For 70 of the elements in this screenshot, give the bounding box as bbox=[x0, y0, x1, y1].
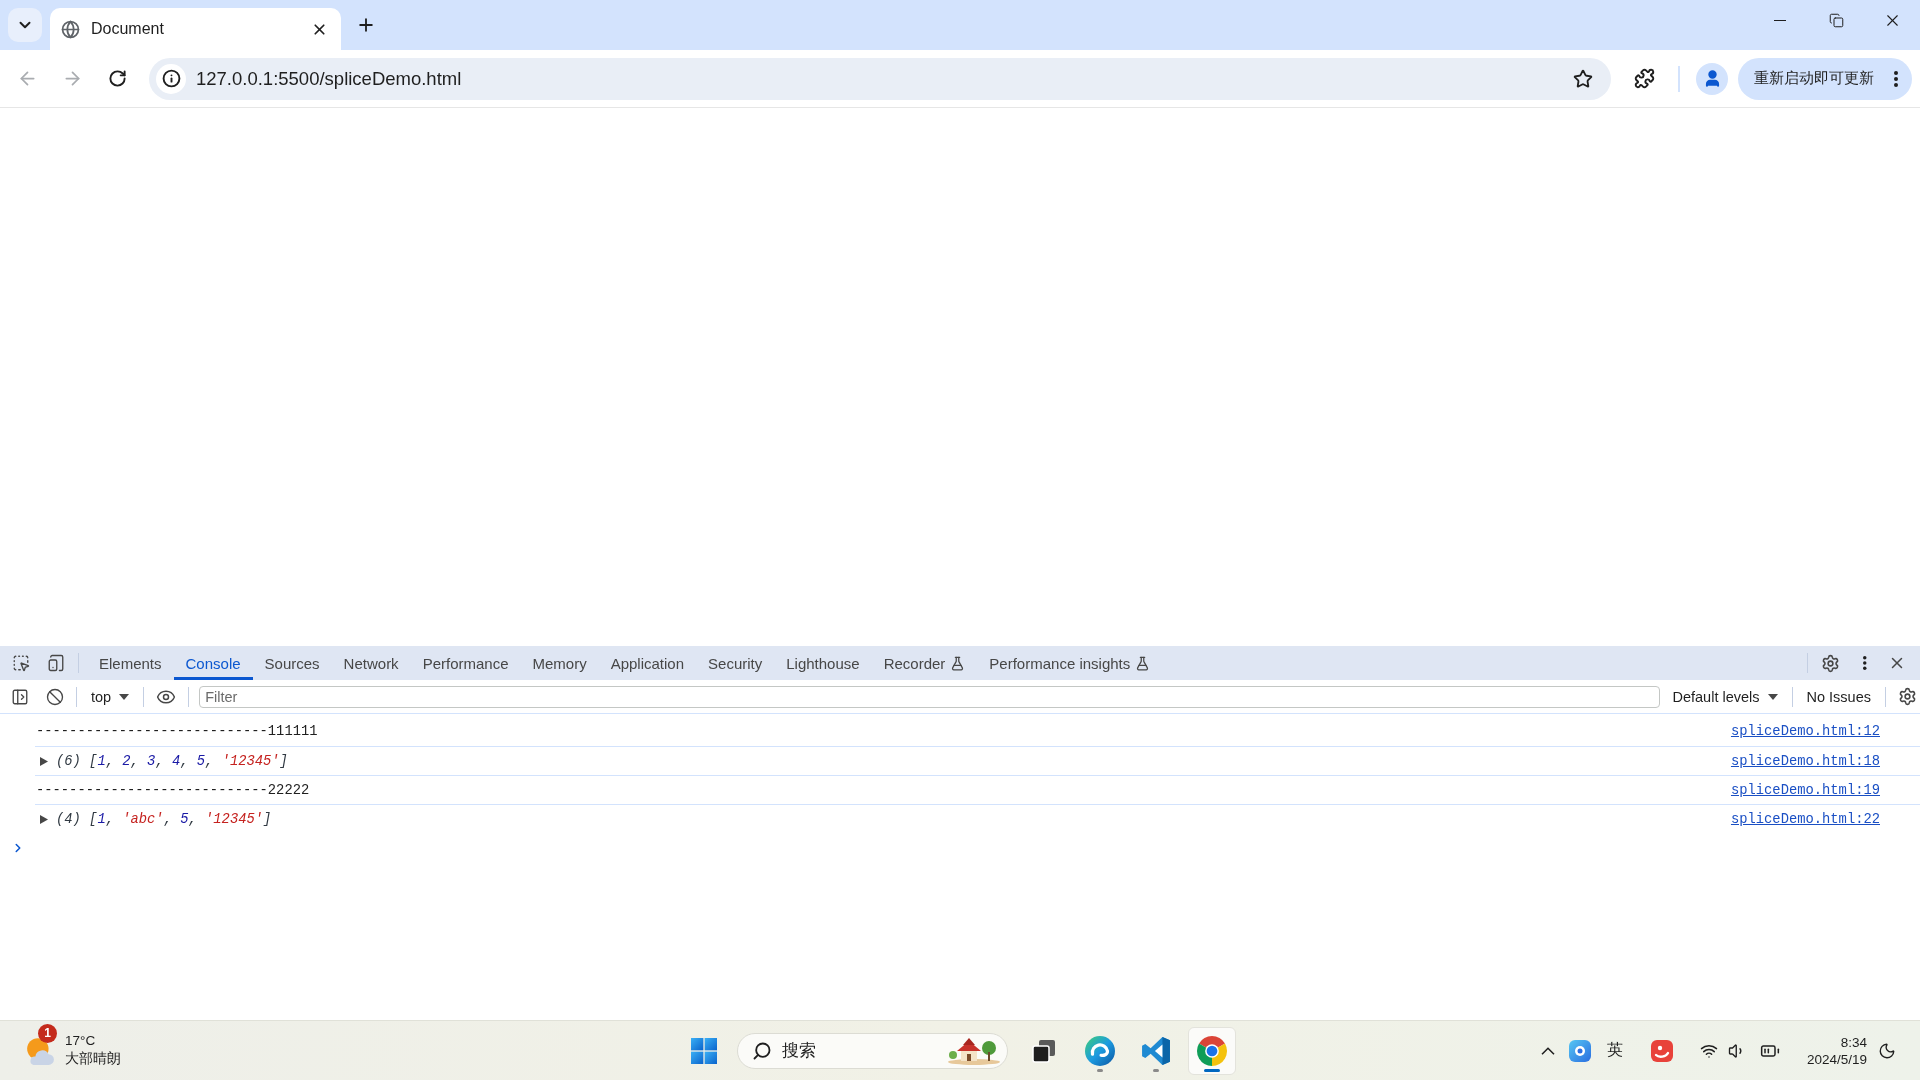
tab-search-button[interactable] bbox=[8, 8, 42, 42]
context-select[interactable]: top bbox=[85, 683, 136, 710]
console-message: (4) [1, 'abc', 5, '12345'] bbox=[56, 811, 272, 827]
input-language-button[interactable]: 英 bbox=[1601, 1030, 1629, 1071]
settings-icon bbox=[1820, 653, 1840, 673]
source-link[interactable]: spliceDemo.html:19 bbox=[1730, 782, 1880, 798]
devtools-tab[interactable]: Application bbox=[598, 646, 697, 680]
landscape-illustration bbox=[947, 1036, 1001, 1065]
date-text: 2024/5/19 bbox=[1806, 1051, 1867, 1067]
swirl-circle-icon bbox=[1085, 1035, 1115, 1066]
sun-cloud-icon bbox=[25, 1035, 55, 1066]
pointer-square-icon bbox=[12, 654, 30, 672]
caret-down-icon bbox=[119, 693, 130, 700]
filter-input[interactable]: Filter bbox=[199, 685, 1661, 708]
source-link[interactable]: spliceDemo.html:18 bbox=[1730, 753, 1880, 769]
devtools-tab[interactable]: Sources bbox=[252, 646, 332, 680]
devices-icon bbox=[47, 654, 65, 672]
no-entry-icon bbox=[46, 687, 64, 706]
moon-icon bbox=[1878, 1041, 1896, 1060]
source-link[interactable]: spliceDemo.html:22 bbox=[1730, 811, 1880, 827]
devtools-tab[interactable]: Network bbox=[331, 646, 411, 680]
expand-triangle-icon[interactable] bbox=[40, 756, 48, 766]
site-info-button[interactable] bbox=[156, 63, 186, 94]
app-logo-icon bbox=[1651, 1039, 1673, 1062]
weather-condition-text: 大部晴朗 bbox=[65, 1050, 121, 1068]
minimize-icon bbox=[1774, 19, 1786, 21]
search-bar[interactable]: 搜索 bbox=[737, 1032, 1008, 1069]
console-message: ----------------------------22222 bbox=[36, 782, 310, 798]
search-icon bbox=[752, 1040, 772, 1061]
search-input[interactable]: 搜索 bbox=[782, 1040, 937, 1061]
url-field[interactable]: 127.0.0.1:5500/spliceDemo.html bbox=[196, 67, 1569, 90]
devtools-tab[interactable]: Memory bbox=[520, 646, 599, 680]
devtools-tab[interactable]: Recorder bbox=[871, 646, 978, 680]
devtools-tab[interactable]: Elements bbox=[87, 646, 174, 680]
update-button[interactable]: 重新启动即可更新 bbox=[1738, 57, 1912, 100]
stacked-squares-icon bbox=[1031, 1037, 1057, 1064]
expand-triangle-icon[interactable] bbox=[40, 814, 48, 824]
devtools-tab[interactable]: Security bbox=[696, 646, 775, 680]
devtools-tab[interactable]: Console bbox=[173, 646, 253, 680]
ribbon-icon bbox=[1141, 1035, 1171, 1066]
time-text: 8:34 bbox=[1840, 1034, 1867, 1050]
puzzle-icon bbox=[1633, 68, 1655, 89]
profile-button[interactable] bbox=[1696, 62, 1728, 95]
issues-button[interactable]: No Issues bbox=[1800, 683, 1877, 710]
tricolor-circle-icon bbox=[1197, 1035, 1227, 1066]
info-icon bbox=[161, 69, 181, 88]
devtools-tab[interactable]: Lighthouse bbox=[774, 646, 872, 680]
restore-icon bbox=[1828, 12, 1844, 28]
menu-icon bbox=[1863, 656, 1867, 670]
app-icon bbox=[1569, 1039, 1591, 1062]
panel-icon bbox=[11, 687, 29, 706]
windows-logo-icon bbox=[691, 1037, 717, 1064]
log-levels-dropdown[interactable]: Default levels bbox=[1666, 683, 1784, 710]
reload-icon bbox=[107, 69, 127, 88]
chevron-up-icon bbox=[1541, 1046, 1555, 1055]
menu-icon bbox=[1894, 70, 1898, 87]
console-message: ----------------------------111111 bbox=[36, 724, 318, 739]
address-bar[interactable]: 127.0.0.1:5500/spliceDemo.html bbox=[149, 57, 1611, 100]
caret-down-icon bbox=[1767, 693, 1778, 700]
devtools-tab[interactable]: Performance insights bbox=[977, 646, 1163, 680]
devtools-tab[interactable]: Performance bbox=[410, 646, 521, 680]
globe-icon bbox=[61, 19, 80, 39]
temperature-text: 17°C bbox=[65, 1033, 97, 1048]
star-icon bbox=[1573, 68, 1593, 89]
browser-tab[interactable]: Document bbox=[50, 8, 341, 50]
console-message: (6) [1, 2, 3, 4, 5, '12345'] bbox=[56, 753, 288, 769]
notification-badge: 1 bbox=[38, 1023, 57, 1043]
source-link[interactable]: spliceDemo.html:12 bbox=[1730, 724, 1880, 739]
plus-icon bbox=[356, 15, 376, 35]
settings-icon bbox=[1897, 687, 1917, 706]
